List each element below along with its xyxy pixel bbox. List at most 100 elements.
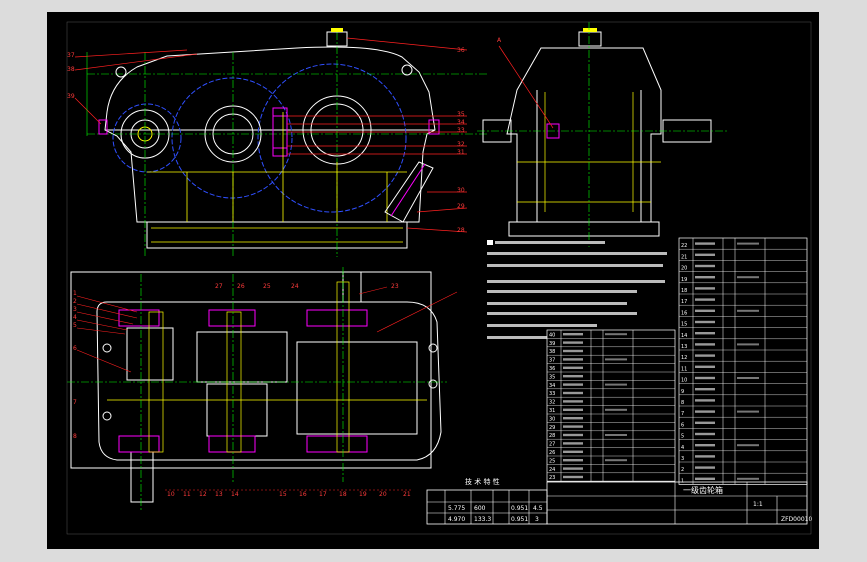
parts-right-row-name	[695, 399, 715, 402]
note-line-1	[487, 240, 493, 245]
drawing-number: ZFD00010	[781, 516, 812, 523]
parts-right-row-number: 11	[681, 366, 687, 372]
parts-right-row-number: 22	[681, 243, 687, 249]
oil-gauge	[384, 161, 434, 223]
parts-right-row-number: 9	[681, 389, 684, 395]
parts-left-row-number: 36	[549, 366, 555, 372]
parts-right-row-number: 21	[681, 254, 687, 260]
shaft-section-magenta	[272, 107, 288, 157]
balloon-32: 32	[457, 141, 465, 148]
parts-right-row-number: 19	[681, 277, 687, 283]
lifting-lug-right	[401, 64, 413, 76]
parts-left-row-number: 33	[549, 391, 555, 397]
lifting-lug-left	[115, 66, 127, 78]
plan-leader-top-6	[76, 349, 132, 373]
plan-balloon-23: 23	[391, 283, 399, 290]
parts-left-row-name	[563, 349, 583, 353]
parts-right-row-number: 12	[681, 355, 687, 361]
front-base-flange	[146, 221, 408, 249]
plan-balloon-13: 13	[215, 491, 223, 498]
front-elevation-view: 37 38 39 36 35 34 33 32 31 30 29 28	[67, 28, 487, 257]
plan-bearing-bl	[118, 435, 160, 453]
front-housing-outline	[104, 46, 436, 223]
parts-right-row-name	[695, 444, 715, 447]
parts-left-row-name	[563, 383, 583, 386]
parts-right-row-number: 7	[681, 411, 684, 417]
note-line-8	[487, 324, 597, 327]
parts-left-row-name	[563, 375, 583, 378]
plan-balloon-27-top: 27	[215, 283, 223, 290]
parts-right-row-name	[695, 466, 715, 469]
parts-right-row-material	[737, 410, 759, 413]
plan-balloon-21: 21	[403, 491, 411, 498]
plan-balloon-7: 7	[73, 399, 77, 406]
tech-r1-c2: 600	[474, 505, 486, 512]
parts-left-row-number: 38	[549, 349, 555, 355]
side-base	[508, 221, 660, 237]
parts-left-row-number: 39	[549, 341, 555, 347]
parts-right-row-number: 2	[681, 467, 684, 473]
tech-r1-c4: 0.951	[511, 505, 528, 512]
tech-r1-c5: 4.5	[533, 505, 543, 512]
parts-right-row-name	[695, 388, 715, 391]
plan-outer-frame	[70, 271, 432, 469]
parts-left-row-number: 25	[549, 458, 555, 464]
note-line-4	[487, 280, 665, 283]
parts-right-row-name	[695, 432, 715, 436]
plan-bearing-bm	[208, 435, 256, 453]
parts-left-row-name	[563, 450, 583, 453]
balloon-34: 34	[457, 119, 465, 126]
balloon-30: 30	[457, 187, 465, 194]
parts-right-row-material	[737, 444, 759, 447]
plan-leader-top-5	[76, 327, 126, 335]
tech-r2-c1: 4.970	[448, 516, 465, 523]
parts-right-row-name	[695, 242, 715, 245]
plan-leader-23	[358, 286, 388, 295]
plan-balloon-4: 4	[73, 314, 77, 321]
parts-right-row-name	[695, 455, 715, 458]
side-housing-outline	[506, 47, 662, 223]
side-view: A	[477, 22, 727, 247]
parts-right-row-name	[695, 287, 715, 290]
parts-right-row-number: 14	[681, 333, 687, 339]
plan-pinion	[126, 327, 174, 381]
note-line-9	[487, 336, 547, 339]
parts-right-row-name	[695, 320, 715, 324]
balloon-33: 33	[457, 127, 465, 134]
parts-right-row-number: 13	[681, 344, 687, 350]
parts-right-row-name	[695, 309, 715, 312]
balloon-35: 35	[457, 111, 465, 118]
note-line-5	[487, 290, 637, 293]
side-top-cap	[578, 31, 602, 47]
parts-right-row-number: 17	[681, 299, 687, 305]
tech-r2-c4: 0.951	[511, 516, 528, 523]
parts-left-row-material	[605, 434, 627, 436]
parts-right-row-material	[737, 242, 759, 245]
plan-leader-27	[376, 291, 458, 333]
parts-right-row-name	[695, 276, 715, 279]
parts-left-row-number: 28	[549, 433, 555, 439]
note-line-2	[487, 252, 667, 255]
plan-bearing-tl	[118, 309, 160, 327]
balloon-29: 29	[457, 203, 465, 210]
parts-right-row-material	[737, 309, 759, 312]
plan-bolt-3	[428, 343, 438, 353]
side-leader	[498, 45, 554, 129]
plan-bolt-2	[102, 411, 112, 421]
parts-right-row-number: 10	[681, 378, 687, 384]
balloon-28: 28	[457, 227, 465, 234]
plan-leader-top-2	[76, 303, 138, 319]
parts-list: 4039383736353433323130292827262524232221…	[546, 237, 808, 485]
side-top-cap-accent	[583, 28, 597, 32]
parts-right-row-name	[695, 253, 715, 256]
parts-right-row-name	[695, 365, 715, 368]
plan-balloon-2: 2	[73, 298, 77, 305]
parts-left-row-number: 32	[549, 400, 555, 406]
parts-left-row-name	[563, 433, 583, 437]
plan-balloon-10: 10	[167, 491, 175, 498]
gear-pitch-circle-small	[112, 103, 182, 173]
parts-left-row-number: 29	[549, 425, 555, 431]
plan-balloon-26: 26	[237, 283, 245, 290]
parts-left-row-name	[563, 467, 583, 470]
parts-left-row-material	[605, 383, 627, 386]
